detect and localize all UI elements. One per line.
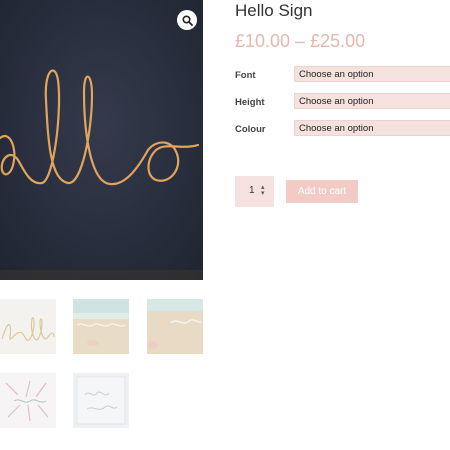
option-label-font: Font — [235, 70, 256, 81]
gallery-thumbnail-5[interactable] — [73, 373, 129, 428]
quantity-value[interactable]: 1 — [249, 185, 255, 196]
font-select[interactable]: Choose an option — [294, 66, 450, 82]
spinner-arrows-icon[interactable]: ▴ ▾ — [261, 184, 265, 197]
option-label-height: Height — [235, 97, 265, 108]
gallery-thumbnail-1[interactable] — [0, 299, 56, 354]
colour-select[interactable]: Choose an option — [294, 120, 450, 136]
add-to-cart-button[interactable]: Add to cart — [286, 180, 358, 203]
product-title: Hello Sign — [235, 1, 313, 20]
zoom-button[interactable] — [177, 10, 197, 30]
option-label-colour: Colour — [235, 124, 266, 135]
gallery-thumbnail-3[interactable] — [147, 299, 203, 354]
magnifier-icon — [181, 14, 193, 26]
quantity-stepper[interactable]: 1 ▴ ▾ — [235, 176, 274, 207]
main-product-image[interactable] — [0, 0, 203, 280]
gallery-thumbnail-2[interactable] — [73, 299, 129, 354]
price-range: £10.00 – £25.00 — [235, 31, 366, 51]
gallery-thumbnail-4[interactable] — [0, 373, 56, 428]
height-select[interactable]: Choose an option — [294, 93, 450, 109]
